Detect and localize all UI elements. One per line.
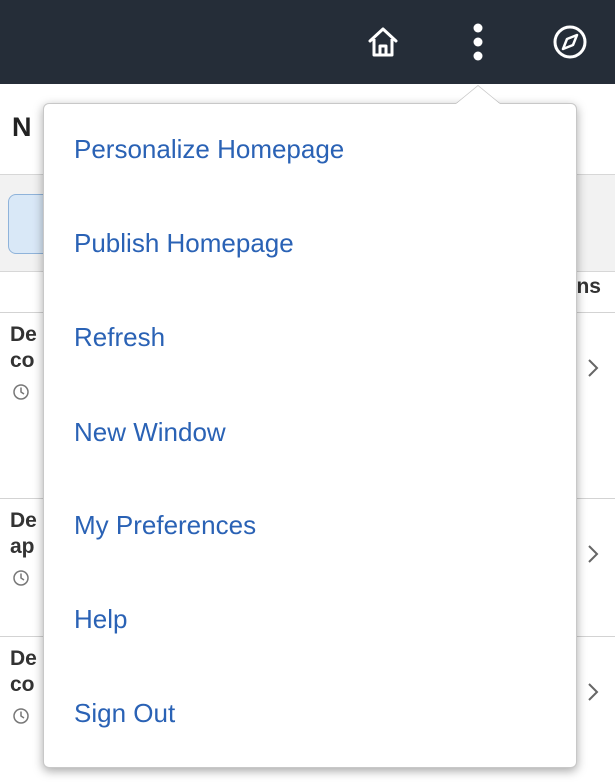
list-item-title-cont: ap <box>10 535 35 558</box>
menu-item-publish-homepage[interactable]: Publish Homepage <box>74 228 294 259</box>
menu-item-refresh[interactable]: Refresh <box>74 322 165 353</box>
menu-item-sign-out[interactable]: Sign Out <box>74 698 175 729</box>
list-item-title-cont: co <box>10 349 35 372</box>
chevron-right-icon <box>588 359 599 377</box>
top-navigation-bar <box>0 0 615 84</box>
actions-menu: Personalize Homepage Publish Homepage Re… <box>43 103 577 768</box>
list-item-title: De <box>10 323 37 346</box>
list-item-title: De <box>10 509 37 532</box>
chevron-right-icon <box>588 545 599 563</box>
clock-icon <box>13 384 29 400</box>
menu-caret <box>456 86 500 104</box>
clock-icon <box>13 708 29 724</box>
list-item-title-cont: co <box>10 673 35 696</box>
more-actions-icon[interactable] <box>458 22 498 62</box>
list-item-title: De <box>10 647 37 670</box>
menu-item-new-window[interactable]: New Window <box>74 417 226 448</box>
home-icon[interactable] <box>363 22 403 62</box>
clock-icon <box>13 570 29 586</box>
menu-item-my-preferences[interactable]: My Preferences <box>74 510 256 541</box>
menu-item-personalize-homepage[interactable]: Personalize Homepage <box>74 134 344 165</box>
navbar-compass-icon[interactable] <box>550 22 590 62</box>
column-header: ns <box>576 275 601 298</box>
page-title: N <box>12 112 32 142</box>
chevron-right-icon <box>588 683 599 701</box>
menu-item-help[interactable]: Help <box>74 604 127 635</box>
